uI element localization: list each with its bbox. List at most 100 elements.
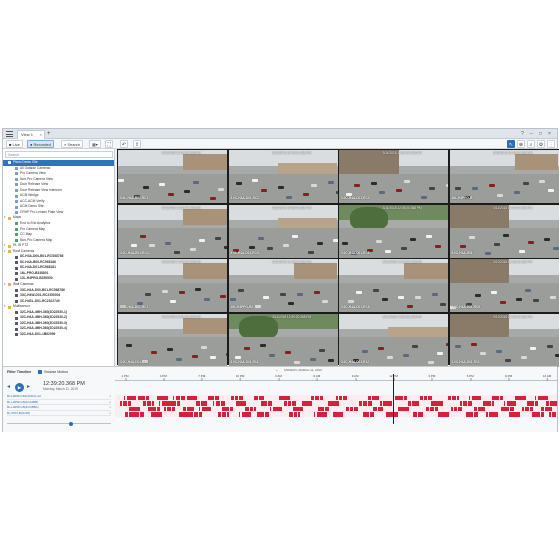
motion-segment (188, 406, 190, 411)
fullscreen-icon[interactable]: ⛶ (105, 140, 113, 148)
step-forward-icon[interactable]: ▸ (27, 383, 30, 392)
motion-segment (207, 406, 212, 411)
motion-segment (238, 412, 240, 417)
camera-tile[interactable]: 3/11/2018 12:39:20.368 PM 5.0L-H4A-D01-RC… (228, 204, 338, 258)
car-shape (220, 295, 227, 299)
motion-segment (490, 412, 492, 417)
help-icon[interactable]: ? (521, 130, 524, 138)
camera-tile[interactable]: 3/11/2018 12:39:20.368 PM 3.0C-H4A-D01-R1… (449, 313, 559, 367)
live-button[interactable]: ■ Live (6, 140, 23, 148)
add-tab-button[interactable]: + (47, 130, 51, 138)
motion-segment (235, 395, 237, 400)
tab-view-1[interactable]: View 1 × (17, 130, 45, 139)
search-icon[interactable]: ⌕ (527, 140, 535, 148)
camera-tile[interactable]: 3/11/2018 12:39:20.368 PM 3.0C-H4A-D01-RC… (339, 259, 448, 312)
motion-segment (544, 395, 548, 400)
motion-segment (198, 406, 200, 411)
motion-segment (132, 395, 137, 400)
motion-segment (546, 406, 548, 411)
camera-tile[interactable]: 3/11/2018 12:39:20.368 PM 3.0C-H4A-D01-RC… (339, 204, 448, 258)
site-search-input[interactable]: Search (5, 151, 113, 158)
timeline-camera-row[interactable]: 8L-PRO-B(4C28) × (7, 411, 111, 416)
settings-icon[interactable]: ⚙ (537, 140, 545, 148)
camera-name: 16L-H4PRO-B2 (230, 305, 254, 309)
undo-icon[interactable]: ↶ (120, 140, 128, 148)
motion-segment (247, 412, 251, 417)
motion-segment (466, 412, 469, 417)
timeline-camera-label: 8L-H4PRO-B1(4CD2)-AA (7, 394, 42, 398)
car-shape (361, 349, 368, 353)
motion-segment (484, 401, 486, 406)
camera-tile[interactable]: 3/11/2018 12:39:20.368 PM 3.0C-H4A-D01-RC… (449, 259, 559, 312)
motion-segment (420, 395, 423, 400)
timeline-playhead[interactable] (393, 374, 395, 424)
motion-track[interactable] (115, 411, 557, 417)
camera-name: 3.0C-H4A-D01-R12 (341, 359, 369, 364)
layout-dropdown[interactable]: ▦▾ (89, 140, 101, 148)
speed-slider-knob[interactable] (69, 421, 74, 426)
folder-icon (8, 305, 11, 309)
tab-close-icon[interactable]: × (40, 131, 42, 139)
motion-segment (311, 395, 314, 400)
camera-tile[interactable]: 3/11/2018 12:39:20.368 PM 16L-H4PRO-B (449, 150, 559, 203)
camera-tile[interactable]: 3/11/2018 12:39:20.368 PM 5.0L-H4A-D01-RC… (118, 259, 227, 312)
tree-item[interactable]: 32C-H4A-D01-1B62999 (3, 332, 114, 338)
maximize-icon[interactable]: □ (539, 130, 542, 138)
car-shape (527, 240, 534, 244)
motion-segment (365, 401, 368, 406)
ruler-tick-label: 12 AM (542, 374, 552, 381)
pointer-icon[interactable]: ↖ (507, 140, 515, 148)
car-shape (223, 246, 227, 250)
play-icon[interactable]: ▶ (15, 383, 24, 392)
close-window-icon[interactable]: × (548, 130, 551, 138)
camera-timestamp: 3/11/2018 12:39:20.368 PM (161, 314, 201, 319)
more-icon[interactable]: ⋮ (547, 140, 555, 148)
camera-tile[interactable]: 3/11/2018 12:39:20.368 PM 3.0C-H4A-D01-R1… (339, 313, 448, 367)
camera-tile[interactable]: 3/11/2018 12:39:20.368 PM 8.0C-H4A-D01 (449, 204, 559, 258)
video-building (293, 263, 338, 280)
car-shape (342, 242, 349, 246)
zoom-icon[interactable]: ⊕ (517, 140, 525, 148)
site-tree: ▾ Plano Demo Site All Outside Cameras Pro C… (3, 160, 114, 338)
camera-tile[interactable]: 3/11/2018 12:39:20.368 PM 5.0L-H4A-B01-RC… (118, 150, 227, 203)
recorded-button[interactable]: ● Recorded (27, 140, 54, 148)
timeline-ruler[interactable]: 1 PM 4 PM 7 PM 10 PM 3 AM 6 AM 9 AM 12 PM 3 PM 6 … (115, 374, 557, 381)
timeline-camera-label: 8L-H4PRO-B(4CCBBA) (7, 405, 39, 409)
camera-tile[interactable]: 3/11/2018 12:39:20.368 PM 3.0C-H4A-D01-R1… (228, 313, 338, 367)
step-back-icon[interactable]: ◂ (7, 383, 10, 392)
motion-segment (425, 395, 428, 400)
browse-motion-checkbox[interactable] (38, 370, 43, 375)
motion-segment (218, 412, 220, 417)
motion-segment (354, 406, 358, 411)
car-shape (403, 353, 410, 357)
search-button[interactable]: ⌕ Search (61, 140, 84, 148)
motion-tracks[interactable] (115, 395, 557, 417)
car-shape (170, 299, 177, 303)
camera-tile[interactable]: 3/11/2018 12:39:20.368 PM 3.0C-H4A-D01-R1… (118, 313, 227, 367)
car-shape (283, 244, 289, 248)
remove-camera-icon[interactable]: × (109, 411, 111, 416)
playback-speed-slider[interactable] (7, 421, 111, 426)
export-icon[interactable]: ⇪ (133, 140, 141, 148)
car-shape (257, 237, 264, 241)
car-shape (148, 244, 155, 248)
motion-segment (288, 401, 290, 406)
motion-segment (239, 395, 244, 400)
camera-tile[interactable]: 3/11/2018 12:39:20.368 PM 3.0C-H4A-B01-RC… (118, 204, 227, 258)
collapse-timeline-handle[interactable]: ⌄ (275, 367, 278, 372)
camera-tile[interactable]: 3/11/2018 12:39:20.368 PM 3.0C-H4A-D01-RC… (228, 150, 338, 203)
motion-segment (404, 395, 408, 400)
car-shape (175, 358, 182, 362)
car-shape (279, 292, 286, 296)
hamburger-menu-icon[interactable] (6, 131, 13, 137)
camera-tile[interactable]: 3/11/2018 12:39:20.368 PM 3.0C-H4A-D01-RC… (339, 150, 448, 203)
motion-segment (143, 401, 145, 406)
camera-timestamp: 3/11/2018 12:39:20.368 PM (272, 151, 312, 155)
camera-timestamp: 3/11/2018 12:39:20.368 PM (493, 314, 533, 319)
camera-tile[interactable]: 3/11/2018 12:39:20.368 PM 16L-H4PRO-B2 (228, 259, 338, 312)
motion-segment (191, 406, 194, 411)
ruler-tick-label: 10 PM (235, 374, 245, 381)
car-shape (406, 305, 413, 309)
minimize-icon[interactable]: – (530, 130, 533, 138)
car-shape (480, 352, 487, 356)
